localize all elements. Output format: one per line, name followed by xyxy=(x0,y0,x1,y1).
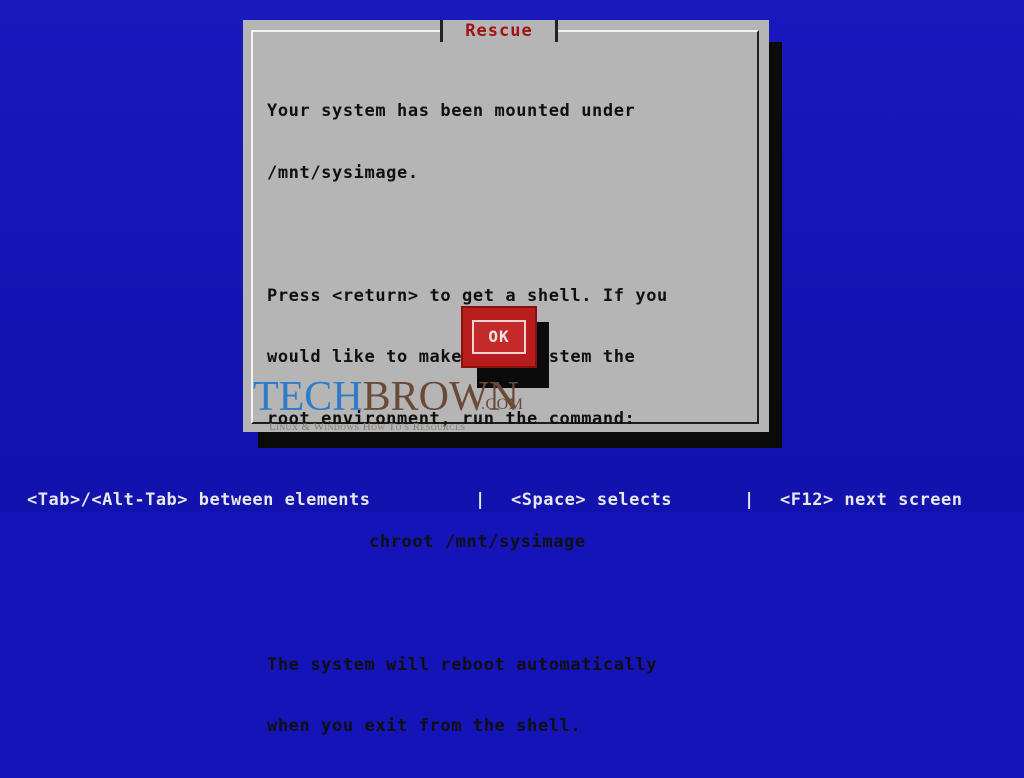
help-space-selects: <Space> selects xyxy=(511,490,673,510)
dialog-title: Rescue xyxy=(465,21,533,41)
title-bracket-left xyxy=(440,20,443,42)
watermark-tagline: Linux & Windows How To's Resources xyxy=(269,421,466,433)
help-separator: | xyxy=(475,490,486,510)
techbrown-watermark: TECHBROWN .COM Linux & Windows How To's … xyxy=(253,374,573,440)
message-line: The system will reboot automatically xyxy=(267,654,658,675)
message-line: Press <return> to get a shell. If you xyxy=(267,285,668,306)
help-f12-next-screen: <F12> next screen xyxy=(780,490,963,510)
message-line: Your system has been mounted under xyxy=(267,101,636,121)
watermark-tld: .COM xyxy=(481,396,524,413)
help-separator: | xyxy=(744,490,755,510)
ok-button-focus-ring[interactable]: OK xyxy=(472,320,526,354)
ok-button[interactable]: OK xyxy=(461,306,537,368)
chroot-command: chroot /mnt/sysimage xyxy=(369,531,586,552)
watermark-logo: TECHBROWN xyxy=(253,374,519,420)
message-line: when you exit from the shell. xyxy=(267,716,582,736)
ok-button-label: OK xyxy=(488,327,510,346)
key-help-bar: <Tab>/<Alt-Tab> between elements | <Spac… xyxy=(0,489,1024,512)
title-bracket-right xyxy=(555,20,558,42)
watermark-tech: TECH xyxy=(253,374,363,420)
message-line: /mnt/sysimage. xyxy=(267,162,419,183)
dialog-title-bar: Rescue xyxy=(440,20,558,44)
help-tab-between-elements: <Tab>/<Alt-Tab> between elements xyxy=(27,490,371,510)
